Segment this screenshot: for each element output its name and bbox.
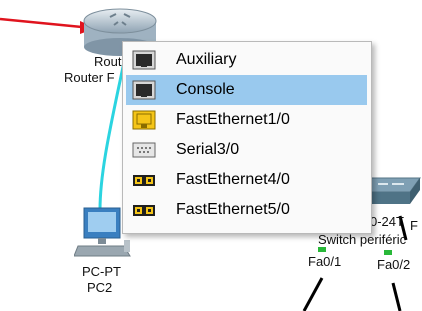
switch-name-fragment: F: [410, 218, 418, 233]
menu-item-fastethernet5-0[interactable]: FastEthernet5/0: [126, 195, 367, 225]
pc-model-label: PC-PT: [82, 264, 121, 279]
switch-model-label: 0-24T: [370, 214, 404, 229]
fastethernet-module-icon: [133, 205, 155, 216]
menu-item-label: FastEthernet1/0: [176, 111, 290, 128]
router-label-line1: Rout: [94, 54, 122, 69]
fastethernet-port-icon: [132, 110, 156, 130]
link-light-icon: [384, 250, 392, 255]
link-light-icon: [318, 247, 326, 252]
menu-item-serial3-0[interactable]: Serial3/0: [126, 135, 367, 165]
menu-item-label: Auxiliary: [176, 51, 237, 68]
menu-item-label: Console: [176, 81, 235, 98]
pc-name-label: PC2: [87, 280, 113, 295]
console-port-icon: [132, 80, 156, 100]
red-link[interactable]: [0, 17, 93, 30]
interface-context-menu: Auxiliary Console FastEthernet1/0 Serial…: [122, 41, 372, 234]
menu-item-label: FastEthernet4/0: [176, 171, 290, 188]
menu-item-console[interactable]: Console: [126, 75, 367, 105]
port-label-fa0-2: Fa0/2: [377, 257, 411, 272]
menu-item-label: Serial3/0: [176, 141, 240, 158]
fastethernet-module-icon: [133, 175, 155, 186]
switch-link-2[interactable]: [391, 282, 402, 311]
menu-item-fastethernet4-0[interactable]: FastEthernet4/0: [126, 165, 367, 195]
aux-port-icon: [132, 50, 156, 70]
switch-name-label: Switch periféric: [318, 232, 407, 247]
switch-link-1[interactable]: [302, 277, 324, 311]
menu-item-auxiliary[interactable]: Auxiliary: [126, 45, 367, 75]
menu-item-fastethernet1-0[interactable]: FastEthernet1/0: [126, 105, 367, 135]
serial-port-icon: [132, 142, 156, 158]
menu-item-label: FastEthernet5/0: [176, 201, 290, 218]
port-label-fa0-1: Fa0/1: [308, 254, 342, 269]
router-label-line2: Router F: [64, 70, 115, 85]
